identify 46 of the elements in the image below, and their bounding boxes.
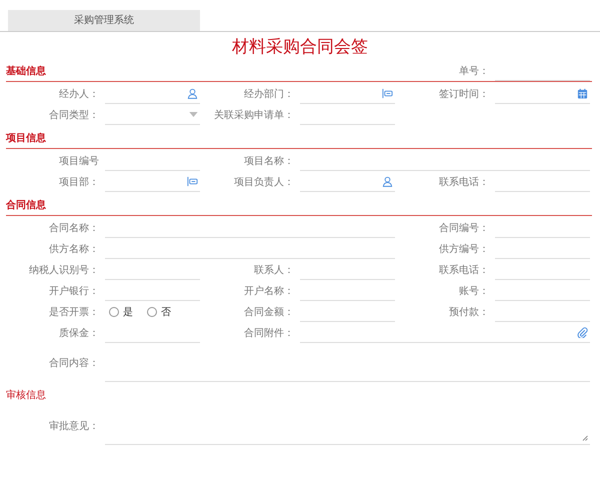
radio-label: 否 — [161, 306, 171, 318]
field-label: 联系电话： — [439, 176, 490, 188]
field-label: 项目负责人： — [234, 176, 295, 188]
field-label: 关联采购申请单： — [214, 108, 295, 122]
field-label: 合同金额： — [244, 306, 295, 318]
field-label: 联系电话： — [439, 264, 490, 276]
field-label: 合同内容： — [49, 356, 100, 370]
field-label: 是否开票： — [49, 306, 100, 318]
radio-label: 是 — [123, 306, 133, 318]
field-label: 合同编号： — [439, 222, 490, 234]
field-label: 项目名称： — [244, 154, 295, 168]
field-label: 项目部： — [59, 176, 100, 188]
caret-icon[interactable] — [189, 112, 198, 116]
org-icon[interactable] — [187, 176, 198, 186]
section-title: 基础信息 — [6, 64, 47, 78]
field-label: 纳税人识别号： — [29, 264, 100, 276]
field-label: 开户名称： — [244, 284, 295, 298]
section-title: 审核信息 — [6, 388, 47, 402]
field-label: 供方编号： — [439, 242, 490, 256]
tab[interactable]: 采购管理系统 — [8, 10, 200, 31]
person-icon[interactable] — [382, 176, 393, 186]
resize-grip-icon[interactable] — [582, 435, 588, 441]
section-title: 项目信息 — [6, 132, 47, 144]
field-label: 预付款： — [449, 306, 490, 318]
section-title: 合同信息 — [6, 198, 47, 212]
paperclip-icon[interactable] — [577, 326, 588, 338]
field-label: 单号： — [459, 64, 490, 78]
field-label: 合同类型： — [49, 108, 100, 122]
person-icon[interactable] — [187, 88, 198, 98]
field-label: 签订时间： — [439, 88, 490, 100]
field-label: 合同名称： — [49, 222, 100, 234]
field-label: 项目编号 — [59, 154, 100, 168]
calendar-icon[interactable] — [577, 88, 588, 98]
org-icon[interactable] — [382, 88, 393, 98]
field-label: 经办人： — [59, 88, 100, 100]
field-label: 账号： — [459, 284, 490, 298]
form-title: 材料采购合同会签 — [231, 36, 369, 58]
field-label: 供方名称： — [49, 242, 100, 256]
radio-button[interactable] — [147, 306, 157, 316]
field-label: 质保金： — [59, 326, 100, 340]
field-label: 开户银行： — [49, 284, 100, 298]
field-label: 审批意见： — [49, 420, 100, 432]
field-label: 合同附件： — [244, 326, 295, 340]
field-label: 联系人： — [254, 264, 295, 276]
radio-button[interactable] — [109, 306, 119, 316]
field-label: 经办部门： — [244, 88, 295, 100]
